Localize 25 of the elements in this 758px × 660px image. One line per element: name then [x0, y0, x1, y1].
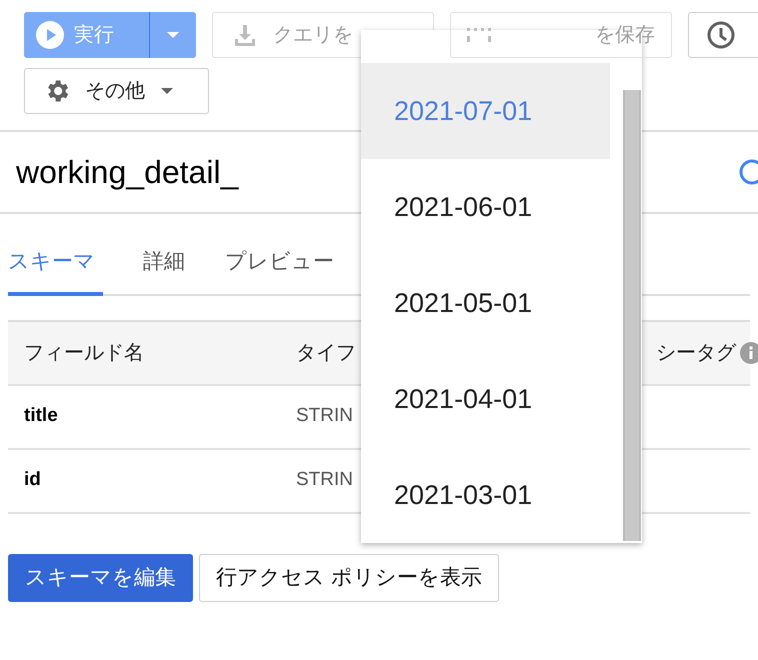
download-icon [233, 23, 257, 47]
table-cell-text: title [23, 404, 59, 428]
tab[interactable]: プレビュー [225, 246, 334, 296]
date-option[interactable]: 2021-03-01 [361, 447, 610, 543]
table-cell-text: STRIN [296, 468, 353, 492]
tab[interactable]: スキーマ [8, 246, 103, 296]
table-title: working_detail_ [16, 153, 238, 192]
table-cell-text: STRIN [296, 404, 353, 428]
play-icon [36, 21, 64, 49]
caret-icon [167, 32, 179, 38]
tab[interactable]: 詳細 [143, 246, 185, 296]
date-option[interactable]: 2021-05-01 [361, 255, 610, 351]
caret-icon [161, 88, 173, 94]
clock-icon [707, 21, 735, 49]
run-label: 実行 [74, 23, 114, 48]
more-button[interactable]: その他 [24, 68, 209, 114]
view-policy-button[interactable]: 行アクセス ポリシーを表示 [199, 554, 499, 602]
edit-schema-button[interactable]: スキーマを編集 [8, 554, 193, 602]
column-header: シータグ [656, 340, 736, 366]
table-cell-text: id [23, 468, 42, 492]
column-header: フィールド名 [23, 340, 145, 366]
grid-icon [467, 28, 491, 42]
date-option[interactable]: 2021-06-01 [361, 159, 610, 255]
date-option[interactable]: 2021-04-01 [361, 351, 610, 447]
column-header: タイフ [296, 340, 357, 366]
